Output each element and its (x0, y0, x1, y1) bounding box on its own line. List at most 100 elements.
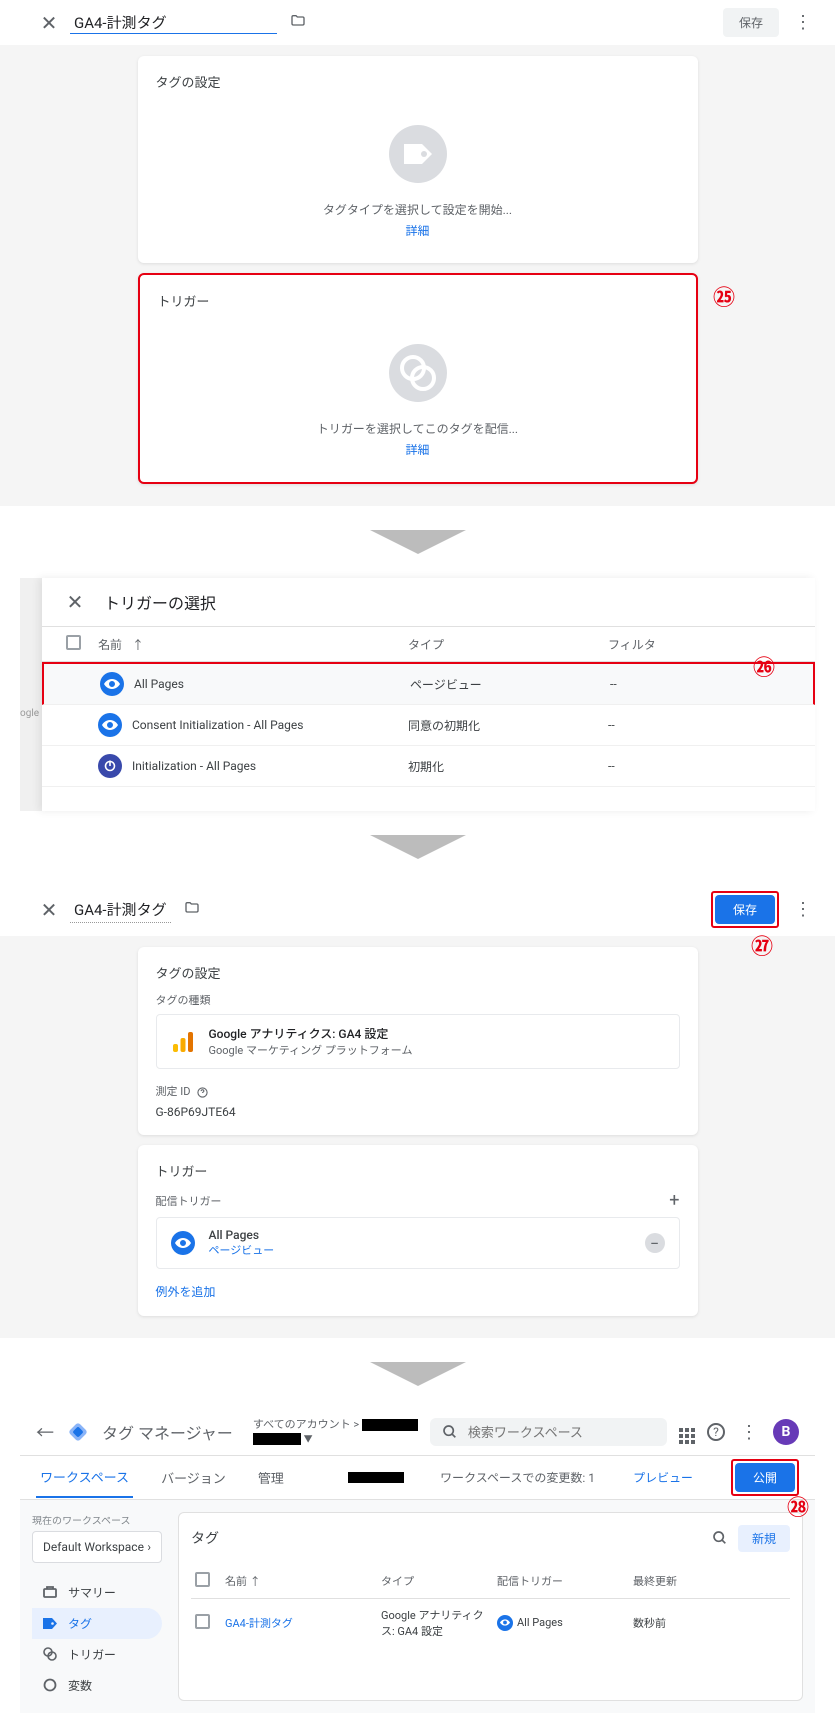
trigger-selection-title: トリガーの選択 (104, 590, 216, 614)
tagtype-name: Google アナリティクス: GA4 設定 (209, 1025, 413, 1042)
avatar[interactable]: B (773, 1419, 799, 1445)
workspace-label: 現在のワークスペース (32, 1512, 162, 1527)
col-name-header[interactable]: 名前 ↑ (98, 636, 408, 653)
annotation-26: ㉖ (753, 650, 775, 682)
trigger-card[interactable]: トリガー 配信トリガー + All Pages ページビュー − 例外を追加 (138, 1145, 698, 1316)
tab-version[interactable]: バージョン (157, 1458, 230, 1497)
redacted-text (348, 1472, 404, 1483)
col-type-header[interactable]: タイプ (408, 636, 608, 653)
sidebar-item-tags[interactable]: タグ (32, 1608, 162, 1639)
tag-config-card[interactable]: タグの設定 タグタイプを選択して設定を開始... 詳細 (138, 56, 698, 263)
new-tag-button[interactable]: 新規 (738, 1525, 790, 1552)
trigger-icon (42, 1646, 58, 1662)
pageview-icon (171, 1231, 195, 1255)
trigger-type: ページビュー (209, 1242, 275, 1258)
tag-title[interactable]: GA4-計測タグ (70, 897, 171, 923)
folder-icon[interactable] (289, 13, 307, 33)
more-icon[interactable]: ⋮ (791, 899, 815, 920)
assigned-trigger-row[interactable]: All Pages ページビュー − (156, 1217, 680, 1269)
redacted-text (362, 1419, 418, 1431)
pageview-icon (497, 1615, 513, 1631)
tag-list-title: タグ (191, 1528, 219, 1548)
tag-list-panel: タグ 新規 名前 ↑ タイプ 配信トリガー 最終更新 GA4-計測タグ Goog… (178, 1512, 803, 1701)
annotation-28: ㉘ (787, 1490, 809, 1522)
col-type[interactable]: タイプ (381, 1573, 491, 1589)
tag-placeholder-icon (389, 125, 447, 183)
tag-name-link[interactable]: GA4-計測タグ (225, 1615, 375, 1631)
remove-trigger-icon[interactable]: − (645, 1233, 665, 1253)
trigger-row-all-pages[interactable]: All Pages ページビュー -- (42, 662, 815, 705)
search-icon[interactable] (712, 1530, 728, 1546)
apps-icon[interactable] (679, 1421, 695, 1444)
arrow-down-icon (370, 835, 466, 859)
tagtype-sub: Google マーケティング プラットフォーム (209, 1042, 413, 1058)
tag-list-header: 名前 ↑ タイプ 配信トリガー 最終更新 (191, 1564, 790, 1599)
config-detail-link[interactable]: 詳細 (156, 222, 680, 239)
search-box[interactable] (430, 1418, 667, 1446)
col-trigger[interactable]: 配信トリガー (497, 1573, 627, 1589)
checkbox-all[interactable] (66, 635, 81, 650)
variable-icon (42, 1677, 58, 1693)
tagtype-selection[interactable]: Google アナリティクス: GA4 設定 Google マーケティング プラ… (156, 1014, 680, 1069)
col-updated[interactable]: 最終更新 (633, 1573, 786, 1589)
measurement-id-value: G-86P69JTE64 (156, 1105, 680, 1119)
tag-editor-header: ✕ GA4-計測タグ 保存 ⋮ (0, 883, 835, 936)
breadcrumb[interactable]: すべてのアカウント > ▼ (253, 1418, 418, 1447)
tag-config-card[interactable]: タグの設定 タグの種類 Google アナリティクス: GA4 設定 Googl… (138, 947, 698, 1135)
more-icon[interactable]: ⋮ (737, 1422, 761, 1443)
app-title: タグ マネージャー (102, 1420, 233, 1444)
help-icon[interactable]: ? (707, 1423, 725, 1441)
publish-button[interactable]: 公開 (735, 1463, 795, 1492)
save-button[interactable]: 保存 (715, 895, 775, 924)
trigger-detail-link[interactable]: 詳細 (158, 441, 678, 458)
sidebar-item-triggers[interactable]: トリガー (32, 1639, 162, 1670)
summary-icon (42, 1584, 58, 1600)
consent-icon (98, 713, 122, 737)
folder-icon[interactable] (183, 900, 201, 920)
checkbox-all[interactable] (195, 1572, 210, 1587)
trigger-table-header: 名前 ↑ タイプ フィルタ (42, 627, 815, 662)
tag-row[interactable]: GA4-計測タグ Google アナリティクス: GA4 設定 All Page… (191, 1599, 790, 1647)
tab-workspace[interactable]: ワークスペース (36, 1457, 133, 1498)
help-icon[interactable] (197, 1087, 208, 1098)
power-icon (98, 754, 122, 778)
tag-editor-header: ✕ 保存 ⋮ (0, 0, 835, 45)
trigger-row-consent-init[interactable]: Consent Initialization - All Pages 同意の初期… (42, 705, 815, 746)
pageview-icon (100, 672, 124, 696)
save-button[interactable]: 保存 (723, 8, 779, 37)
back-icon[interactable]: ← (36, 1419, 54, 1445)
gtm-tabs: ワークスペース バージョン 管理 ワークスペースでの変更数: 1 プレビュー 公… (20, 1456, 815, 1500)
col-name[interactable]: 名前 ↑ (225, 1573, 375, 1589)
arrow-down-icon (370, 530, 466, 554)
close-icon[interactable]: ✕ (66, 592, 84, 612)
search-input[interactable] (468, 1425, 655, 1440)
tag-title-input[interactable] (70, 11, 277, 34)
close-icon[interactable]: ✕ (40, 13, 58, 33)
gtm-logo-icon (66, 1420, 90, 1444)
changes-count: ワークスペースでの変更数: 1 (440, 1469, 595, 1486)
tag-type: Google アナリティクス: GA4 設定 (381, 1607, 491, 1639)
checkbox[interactable] (195, 1614, 210, 1629)
fire-trigger-label: 配信トリガー (156, 1193, 222, 1209)
trigger-card-title: トリガー (158, 291, 678, 310)
add-exception-link[interactable]: 例外を追加 (156, 1283, 680, 1300)
close-icon[interactable]: ✕ (40, 900, 58, 920)
sidebar: 現在のワークスペース Default Workspace › サマリー タグ (32, 1512, 162, 1701)
tab-admin[interactable]: 管理 (254, 1458, 288, 1497)
search-icon (442, 1424, 458, 1440)
config-empty-text: タグタイプを選択して設定を開始... (156, 201, 680, 218)
preview-button[interactable]: プレビュー (633, 1469, 693, 1486)
config-card-title: タグの設定 (156, 72, 680, 91)
workspace-picker[interactable]: Default Workspace › (32, 1531, 162, 1563)
add-trigger-icon[interactable]: + (669, 1190, 679, 1211)
more-icon[interactable]: ⋮ (791, 12, 815, 33)
trigger-row-init[interactable]: Initialization - All Pages 初期化 -- (42, 746, 815, 787)
ga-icon (171, 1030, 195, 1054)
sidebar-item-variables[interactable]: 変数 (32, 1670, 162, 1701)
arrow-down-icon (370, 1362, 466, 1386)
trigger-card[interactable]: トリガー トリガーを選択してこのタグを配信... 詳細 (138, 273, 698, 484)
sidebar-item-summary[interactable]: サマリー (32, 1577, 162, 1608)
trigger-card-title: トリガー (156, 1161, 680, 1180)
trigger-name: All Pages (209, 1228, 275, 1242)
trigger-empty-text: トリガーを選択してこのタグを配信... (158, 420, 678, 437)
